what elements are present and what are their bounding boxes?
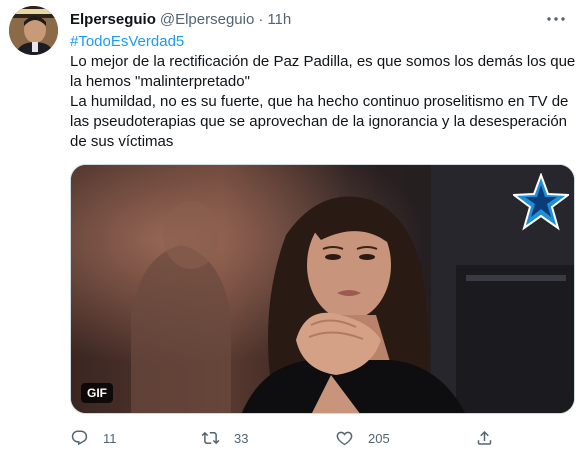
retweet-count: 33 (234, 430, 249, 446)
tweet-text-line: La humildad, no es su fuerte, que ha hec… (70, 93, 569, 110)
retweet-button[interactable]: 33 (201, 427, 248, 449)
heart-icon (336, 431, 353, 446)
author-handle[interactable]: @Elperseguio (160, 11, 254, 28)
tweet-header: Elperseguio @Elperseguio · 11h (70, 9, 291, 29)
separator-dot: · (258, 10, 264, 28)
star-logo-icon (513, 173, 569, 231)
tweet-text: #TodoEsVerdad5 Lo mejor de la rectificac… (70, 32, 575, 152)
tweet-text-line: Lo mejor de la rectificación de Paz Padi… (70, 53, 576, 70)
like-button[interactable]: 205 (335, 427, 390, 449)
reply-icon (71, 430, 88, 446)
avatar-image (9, 6, 58, 55)
action-bar: 11 33 205 (70, 427, 540, 449)
more-icon (547, 17, 565, 21)
tweet-text-line: la hemos "malinterpretado" (70, 73, 250, 90)
like-count: 205 (368, 430, 390, 446)
gif-frame-image (71, 165, 574, 413)
tweet-time[interactable]: 11h (267, 11, 291, 28)
share-button[interactable] (475, 427, 494, 449)
retweet-icon (201, 431, 220, 445)
more-button[interactable] (546, 10, 566, 28)
tweet-card[interactable]: Elperseguio @Elperseguio · 11h #TodoEsVe… (0, 0, 584, 461)
tweet-text-line: de sus víctimas (70, 133, 174, 150)
hashtag-link[interactable]: #TodoEsVerdad5 (70, 32, 575, 52)
avatar[interactable] (9, 6, 58, 55)
share-icon (477, 430, 492, 445)
reply-count: 11 (103, 430, 117, 446)
tweet-text-line: las pseudoterapias que se aprovechan de … (70, 113, 567, 130)
reply-button[interactable]: 11 (70, 427, 117, 449)
gif-media[interactable]: GIF (70, 164, 575, 414)
gif-badge: GIF (81, 383, 113, 403)
author-name[interactable]: Elperseguio (70, 11, 156, 28)
